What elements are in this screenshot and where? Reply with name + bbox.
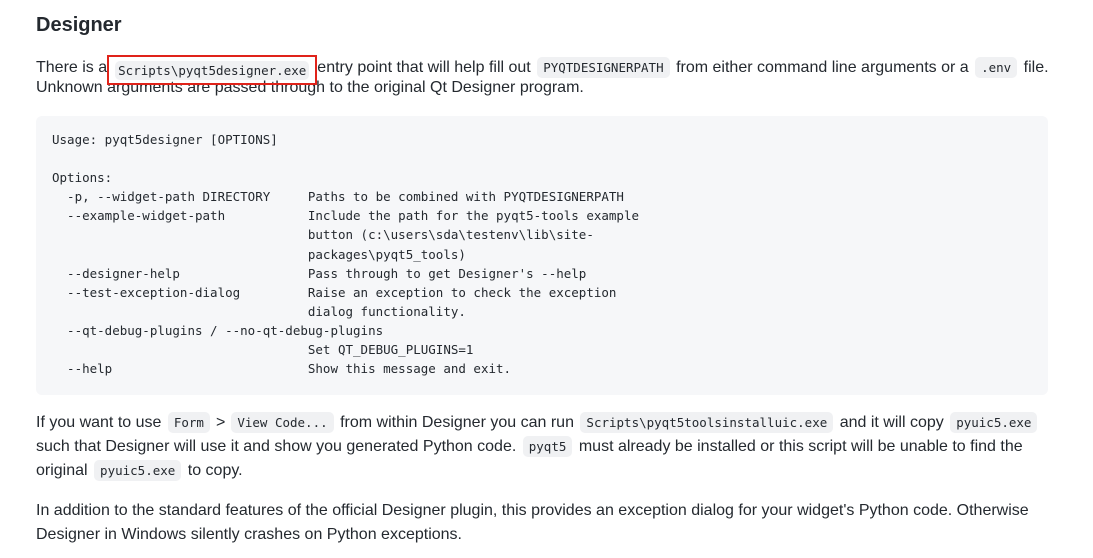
inline-code-env: .env [975,57,1018,78]
code-line: --help Show this message and exit. [52,361,512,377]
code-line: Set QT_DEBUG_PLUGINS=1 [52,342,474,358]
paragraph-text: original [36,462,88,479]
code-line: --example-widget-path Include the path f… [52,208,639,224]
intro-text: There is a [36,59,108,76]
code-line: -p, --widget-path DIRECTORY Paths to be … [52,189,624,205]
code-line: button (c:\users\sda\testenv\lib\site- [52,227,594,243]
code-line: --designer-help Pass through to get Desi… [52,265,587,281]
code-line: Options: [52,170,113,186]
code-line: packages\pyqt5_tools) [52,246,466,262]
paragraph-text: to copy. [187,462,243,479]
inline-code-designer-exe: Scripts\pyqt5designer.exe [115,61,310,80]
inline-code-designerpath: PYQTDESIGNERPATH [537,57,670,78]
paragraph-text: from within Designer you can run [340,414,574,431]
code-line: --qt-debug-plugins / --no-qt-debug-plugi… [52,322,384,338]
inline-code-form: Form [167,412,210,433]
inline-code-pyqt5: pyqt5 [522,436,573,457]
intro-text: from either command line arguments or a [676,59,969,76]
inline-code-pyuic5-copy: pyuic5.exe [94,460,182,481]
code-line: Usage: pyqt5designer [OPTIONS] [52,132,278,147]
section-heading: Designer [36,14,122,36]
paragraph-text: such that Designer will use it and show … [36,438,517,455]
intro-text: file. [1023,59,1049,76]
intro-line-1: There is a Scripts\pyqt5designer.exe entry… [36,52,1056,85]
inline-code-installuic: Scripts\pyqt5toolsinstalluic.exe [580,412,834,433]
exception-line-2: Designer in Windows silently crashes on … [36,526,462,543]
code-line: --test-exception-dialog Raise an excepti… [52,284,617,300]
paragraph-text: and it will copy [839,414,944,431]
code-line: dialog functionality. [52,303,466,319]
exception-line-1: In addition to the standard features of … [36,502,1029,519]
paragraph-text: If you want to use [36,414,162,431]
intro-paragraph: There is a Scripts\pyqt5designer.exe entry… [36,52,1056,100]
view-code-line-3: original pyuic5.exe to copy. [36,459,1056,483]
view-code-line-2: such that Designer will use it and show … [36,435,1056,459]
inline-code-pyuic5: pyuic5.exe [950,412,1038,433]
paragraph-text: must already be installed or this script… [578,438,1023,455]
highlight-box: Scripts\pyqt5designer.exe [107,55,318,85]
inline-code-view-code: View Code... [231,412,334,433]
exception-dialog-paragraph: In addition to the standard features of … [36,499,1056,547]
view-code-paragraph: If you want to use Form > View Code... fro… [36,411,1056,483]
usage-code-block: Usage: pyqt5designer [OPTIONS] Options: -… [36,116,1048,395]
intro-text: entry point that will help fill out [317,59,531,76]
menu-separator: > [215,414,226,431]
usage-text: Usage: pyqt5designer [OPTIONS] Options: -… [52,130,1032,378]
view-code-line-1: If you want to use Form > View Code... fro… [36,411,1056,435]
